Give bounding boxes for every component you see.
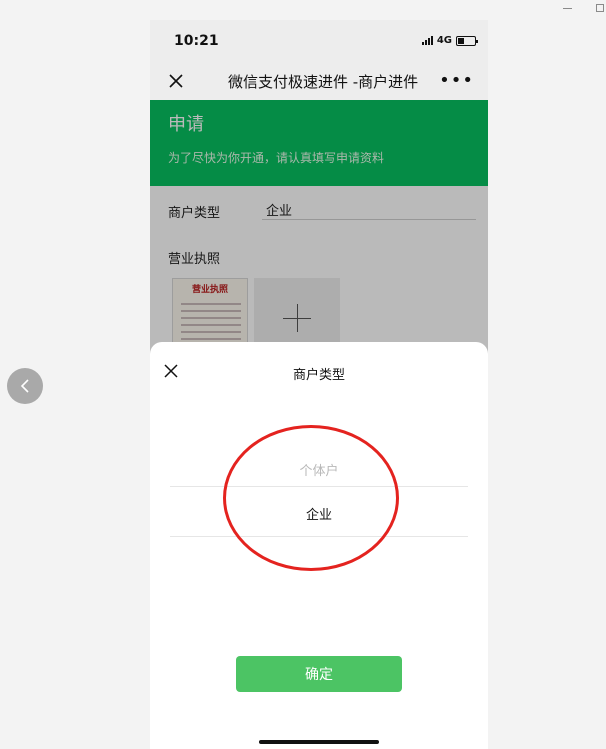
annotation-circle <box>223 425 399 571</box>
battery-icon <box>456 35 478 46</box>
chevron-left-icon <box>20 379 29 393</box>
more-options-icon[interactable]: ••• <box>439 70 474 91</box>
network-label: 4G <box>436 35 452 46</box>
signal-icon <box>421 36 433 45</box>
status-time: 10:21 <box>174 33 219 49</box>
window-maximize-icon[interactable] <box>596 4 604 12</box>
nav-bar: 微信支付极速进件 -商户进件 ••• <box>150 62 488 100</box>
close-icon[interactable] <box>166 71 186 91</box>
window-minimize-icon[interactable] <box>563 8 572 9</box>
back-arrow-button[interactable] <box>7 368 43 404</box>
page-title: 微信支付极速进件 -商户进件 <box>228 73 418 91</box>
confirm-button[interactable]: 确定 <box>236 656 402 692</box>
status-bar: 10:21 4G <box>150 20 488 62</box>
picker-sheet: 商户类型 个体户 企业 确定 <box>150 342 488 749</box>
phone-screen: 10:21 4G 微信支付极速进件 -商户进件 ••• 申请 为了尽快为你开通，… <box>150 20 488 749</box>
status-indicators: 4G <box>421 35 478 46</box>
sheet-title: 商户类型 <box>292 368 345 383</box>
home-indicator <box>259 740 379 744</box>
